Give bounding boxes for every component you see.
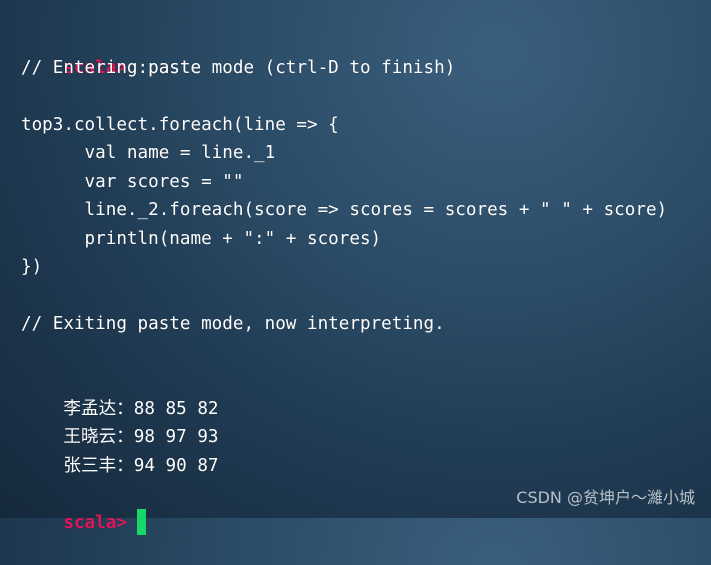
input-prompt-line[interactable]: scala> [21,481,146,535]
paste-mode-enter-message: // Entering paste mode (ctrl-D to finish… [21,58,456,78]
output-line: 李孟达：88 85 82 [21,367,218,419]
terminal-output[interactable]: scala> :paste // Entering paste mode (ct… [21,26,711,535]
watermark: CSDN @贫坤户～濰小城 [516,488,695,507]
output-line: 张三丰：94 90 87 [21,424,218,476]
prompt-label: scala> [63,513,127,533]
code-line: var scores = "" [21,172,244,192]
paste-command-line: scala> :paste [21,26,201,78]
code-line: line._2.foreach(score => scores = scores… [21,200,668,220]
code-line: val name = line._1 [21,143,276,163]
paste-mode-exit-message: // Exiting paste mode, now interpreting. [21,314,445,334]
student-name: 张三丰： [63,456,134,476]
text-cursor [136,509,146,535]
code-line: top3.collect.foreach(line => { [21,115,339,135]
code-line: }) [21,257,43,277]
output-line: 王晓云：98 97 93 [21,395,218,447]
code-line: println(name + ":" + scores) [21,229,382,249]
student-scores: 94 90 87 [133,456,219,476]
